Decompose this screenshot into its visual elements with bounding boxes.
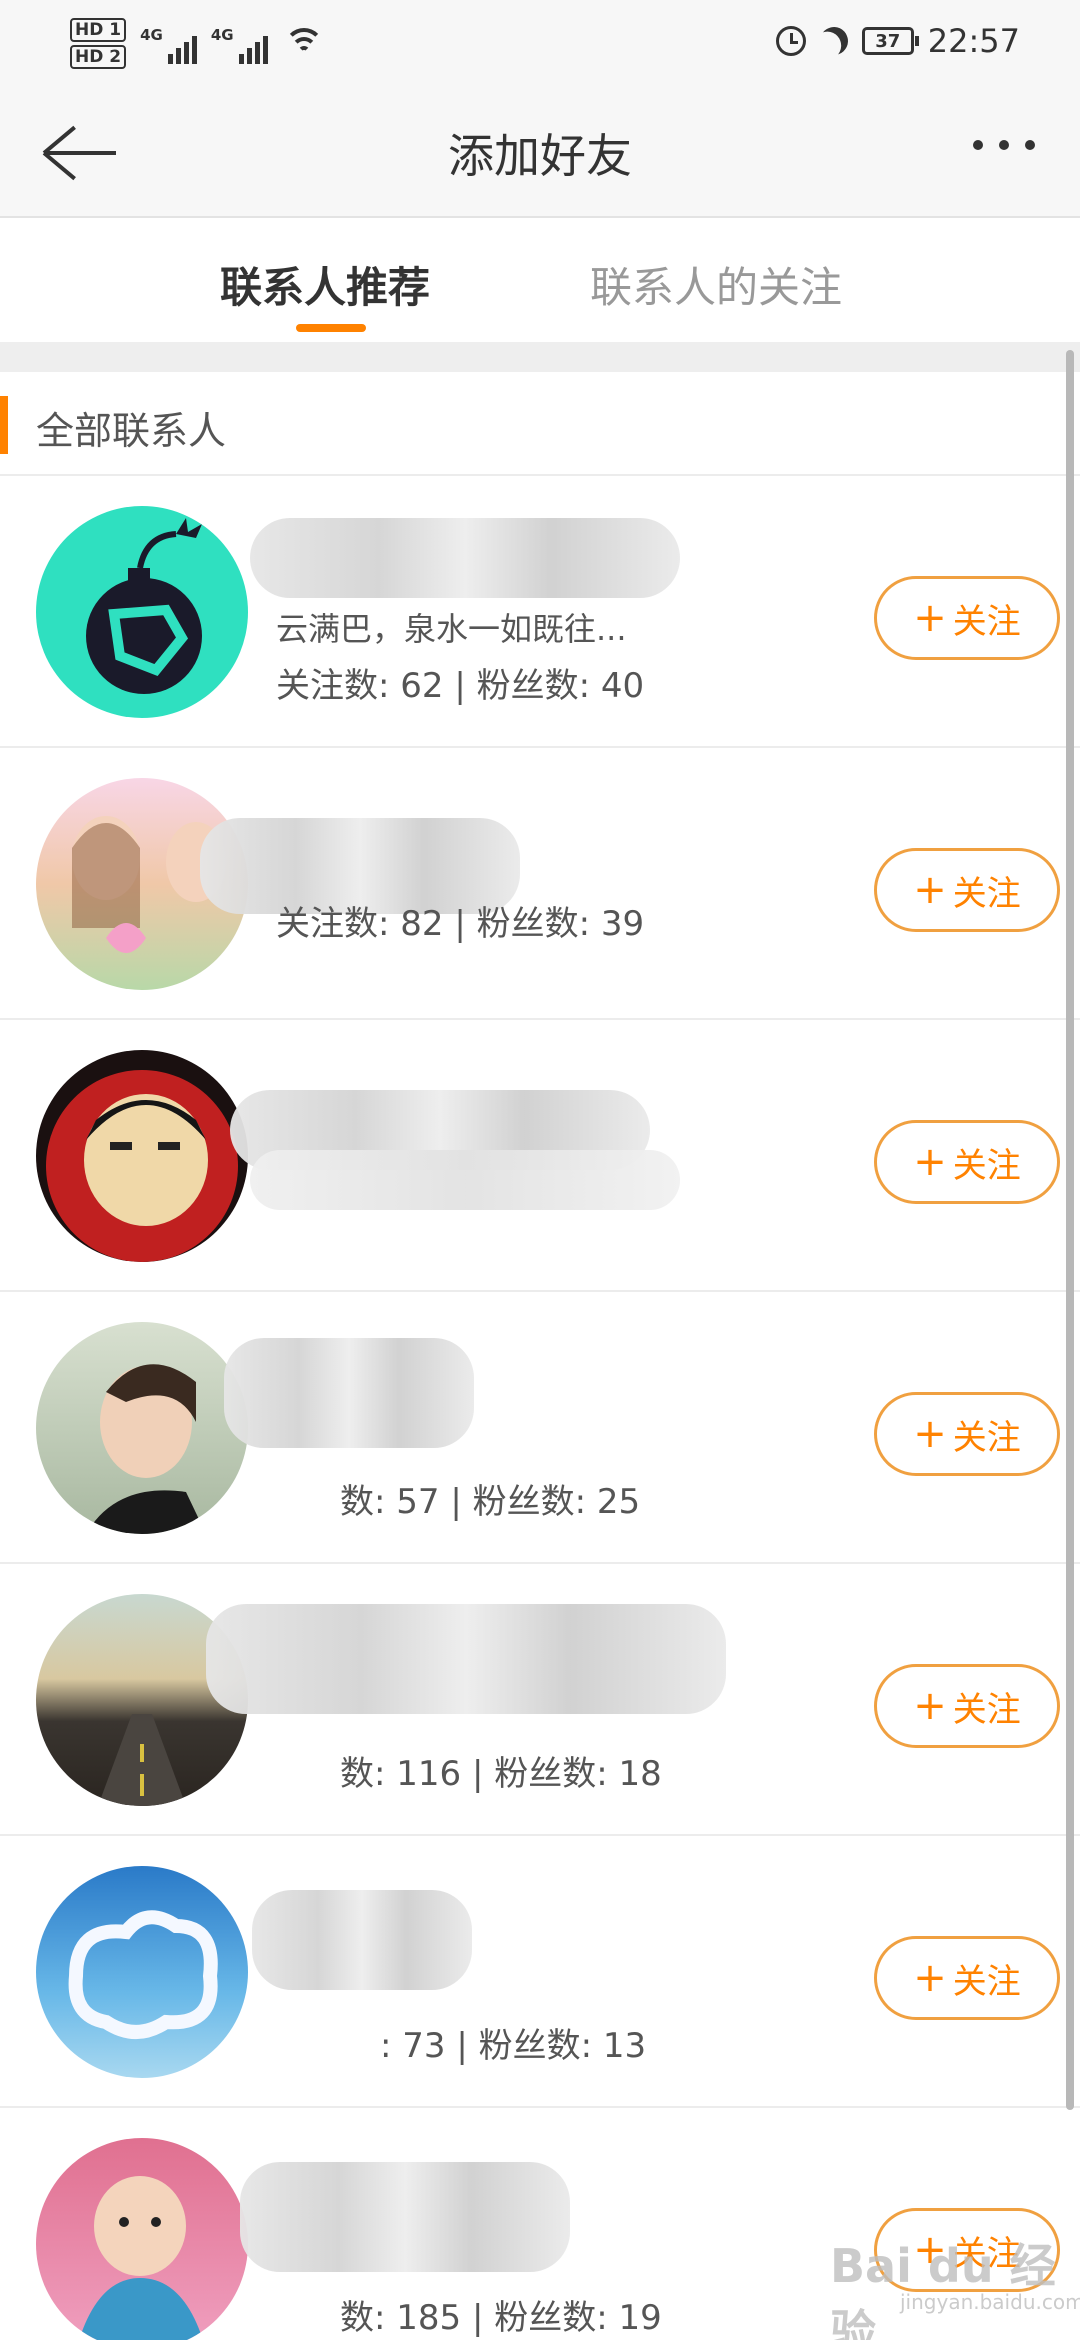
- follow-label: 关注: [952, 1961, 1021, 2002]
- contact-list: 云满巴，泉水一如既往... 关注数: 62 | 粉丝数: 40 + 关注 关注数…: [0, 476, 1080, 2340]
- follow-label: 关注: [952, 601, 1021, 642]
- watermark-logo: Bai du 经验: [830, 2239, 1056, 2340]
- network-type-label: 4G: [140, 26, 163, 44]
- avatar[interactable]: [36, 1322, 248, 1534]
- wifi-icon: [283, 28, 324, 62]
- battery-level: 37: [875, 30, 901, 52]
- status-bar: HD 1 HD 2 4G 4G 37 22:57: [0, 0, 1080, 90]
- follow-label: 关注: [952, 873, 1021, 914]
- plus-icon: +: [913, 1411, 947, 1457]
- status-left: HD 1 HD 2 4G 4G: [70, 18, 324, 72]
- plus-icon: +: [913, 1139, 947, 1185]
- follow-button[interactable]: + 关注: [874, 1664, 1060, 1748]
- follow-button[interactable]: + 关注: [874, 1120, 1060, 1204]
- tab-bar: 联系人推荐 联系人的关注: [0, 220, 1080, 342]
- name-blurred: [240, 2162, 570, 2272]
- contact-stats: 数: 116 | 粉丝数: 18: [340, 1754, 662, 1794]
- hd2-label: HD 2: [70, 45, 127, 69]
- contact-stats: : 73 | 粉丝数: 13: [380, 2026, 647, 2066]
- contact-row[interactable]: + 关注: [0, 1020, 1080, 1292]
- avatar[interactable]: [36, 506, 248, 718]
- contact-row[interactable]: 数: 57 | 粉丝数: 25 + 关注: [0, 1292, 1080, 1564]
- follow-button[interactable]: + 关注: [874, 576, 1060, 660]
- alarm-icon: [775, 26, 806, 56]
- plus-icon: +: [913, 595, 947, 641]
- contact-stats: 关注数: 82 | 粉丝数: 39: [276, 904, 645, 944]
- name-blurred: [224, 1338, 474, 1448]
- stats-blurred: [250, 1150, 680, 1210]
- hd-icon: HD 1 HD 2: [70, 18, 127, 72]
- signal-icon-2: 4G: [211, 26, 268, 64]
- contact-row[interactable]: 云满巴，泉水一如既往... 关注数: 62 | 粉丝数: 40 + 关注: [0, 476, 1080, 748]
- avatar[interactable]: [36, 1866, 248, 2078]
- plus-icon: +: [913, 1683, 947, 1729]
- nav-bar: 添加好友: [0, 90, 1080, 218]
- name-blurred: [206, 1604, 726, 1714]
- section-title: 全部联系人: [36, 409, 227, 453]
- follow-label: 关注: [952, 1689, 1021, 1730]
- avatar[interactable]: [36, 1050, 248, 1262]
- contact-row[interactable]: : 73 | 粉丝数: 13 + 关注: [0, 1836, 1080, 2108]
- follow-button[interactable]: + 关注: [874, 848, 1060, 932]
- name-blurred: [250, 518, 680, 598]
- follow-button[interactable]: + 关注: [874, 1392, 1060, 1476]
- network-type-label-2: 4G: [210, 26, 234, 44]
- contact-stats: 关注数: 62 | 粉丝数: 40: [276, 666, 645, 706]
- plus-icon: +: [913, 1955, 947, 2001]
- plus-icon: +: [913, 867, 947, 913]
- moon-icon: [816, 23, 852, 59]
- divider: [0, 342, 1080, 372]
- status-time: 22:57: [927, 22, 1020, 60]
- section-header: 全部联系人: [0, 372, 1080, 476]
- signal-icon: 4G: [140, 26, 197, 64]
- tab-contacts-recommend[interactable]: 联系人推荐: [220, 254, 430, 315]
- tab-active-indicator: [296, 324, 366, 332]
- follow-label: 关注: [952, 1417, 1021, 1458]
- contact-stats: 数: 57 | 粉丝数: 25: [340, 1482, 641, 1522]
- section-accent-bar: [0, 396, 8, 454]
- hd1-label: HD 1: [70, 18, 127, 42]
- follow-label: 关注: [952, 1145, 1021, 1186]
- tab-contacts-following[interactable]: 联系人的关注: [590, 254, 842, 315]
- name-blurred: [252, 1890, 472, 1990]
- contact-row[interactable]: 关注数: 82 | 粉丝数: 39 + 关注: [0, 748, 1080, 1020]
- battery-icon: 37: [861, 27, 919, 55]
- contact-row[interactable]: 数: 116 | 粉丝数: 18 + 关注: [0, 1564, 1080, 1836]
- avatar[interactable]: [36, 2138, 248, 2340]
- page-title: 添加好友: [448, 129, 632, 183]
- more-dots-icon[interactable]: [973, 140, 1035, 150]
- follow-button[interactable]: + 关注: [874, 1936, 1060, 2020]
- status-right: 37 22:57: [775, 22, 1020, 60]
- contact-intro: 云满巴，泉水一如既往...: [276, 610, 627, 648]
- contact-stats: 数: 185 | 粉丝数: 19: [340, 2298, 662, 2338]
- scrollbar[interactable]: [1066, 350, 1074, 2110]
- watermark-url: jingyan.baidu.com: [900, 2290, 1080, 2314]
